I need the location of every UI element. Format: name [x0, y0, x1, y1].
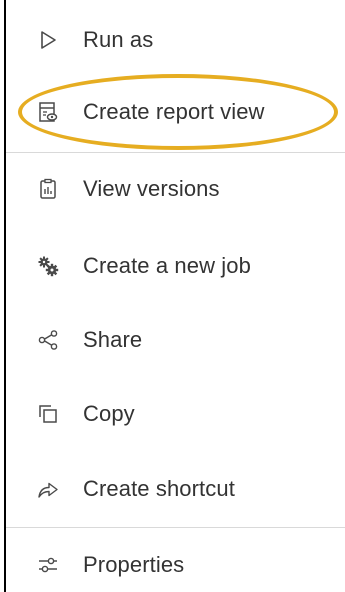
menu-item-copy[interactable]: Copy: [6, 394, 345, 434]
share-icon: [36, 328, 60, 352]
context-menu: Run as Create report view View versions …: [4, 0, 345, 592]
menu-item-view-versions[interactable]: View versions: [6, 169, 345, 209]
menu-item-create-shortcut[interactable]: Create shortcut: [6, 469, 345, 509]
shortcut-arrow-icon: [36, 477, 60, 501]
menu-item-label: Run as: [83, 27, 154, 52]
menu-item-label: Share: [83, 327, 143, 352]
menu-item-share[interactable]: Share: [6, 320, 345, 360]
menu-item-label: Copy: [83, 401, 135, 426]
versions-icon: [36, 177, 60, 201]
menu-item-label: Create shortcut: [83, 476, 235, 501]
sliders-icon: [36, 553, 60, 577]
play-outline-icon: [36, 28, 60, 52]
menu-item-label: Properties: [83, 552, 185, 577]
menu-item-label: View versions: [83, 176, 220, 201]
menu-item-create-report-view[interactable]: Create report view: [6, 92, 345, 132]
menu-item-create-new-job[interactable]: Create a new job: [6, 246, 345, 286]
menu-divider: [6, 527, 345, 528]
menu-item-label: Create a new job: [83, 253, 251, 278]
menu-item-label: Create report view: [83, 99, 265, 124]
report-view-icon: [36, 100, 60, 124]
menu-divider: [6, 152, 345, 153]
menu-item-properties[interactable]: Properties: [6, 545, 345, 585]
copy-icon: [36, 402, 60, 426]
gears-icon: [36, 254, 60, 278]
menu-item-run-as[interactable]: Run as: [6, 20, 345, 60]
